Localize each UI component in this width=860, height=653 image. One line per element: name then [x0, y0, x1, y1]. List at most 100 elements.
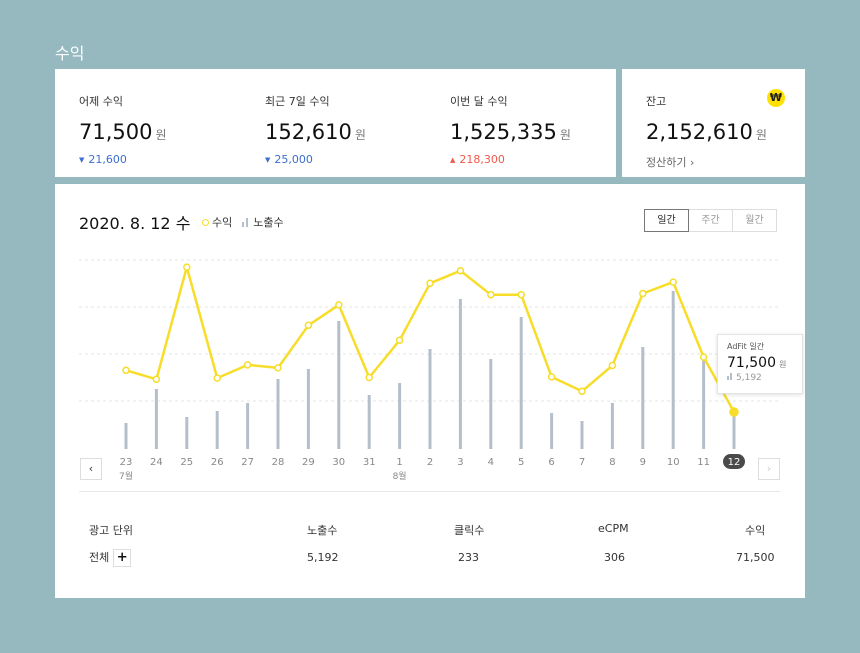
- impressions-bar: [428, 349, 432, 449]
- chevron-left-icon: ‹: [88, 462, 94, 475]
- revenue-point: [365, 373, 373, 382]
- impressions-bar: [732, 413, 736, 449]
- revenue-point: [274, 364, 282, 372]
- impressions-bar: [458, 299, 462, 449]
- row-ecpm: 306: [604, 551, 625, 564]
- tooltip-value: 71,500 원: [727, 355, 802, 371]
- revenue-point-selected: [729, 407, 739, 417]
- row-ad-unit: 전체 +: [89, 549, 132, 567]
- month-label: 8월: [393, 470, 407, 482]
- stat-label: 최근 7일 수익: [265, 95, 330, 108]
- x-tick-label: 8: [609, 457, 615, 468]
- stat-this-month: 이번 달 수익 1,525,335 원 ▲ 218,300: [450, 93, 571, 166]
- add-button[interactable]: +: [113, 549, 132, 567]
- col-header-ad-unit: 광고 단위: [89, 524, 133, 537]
- impressions-bar: [246, 403, 250, 449]
- revenue-point: [243, 361, 252, 369]
- revenue-point: [152, 375, 161, 384]
- bar-chart-icon: [727, 373, 733, 380]
- impressions-bar: [367, 395, 371, 449]
- tooltip-number: 71,500: [727, 355, 776, 371]
- revenue-point: [699, 353, 708, 361]
- impressions-bar: [610, 403, 614, 449]
- x-tick-label: 1: [396, 457, 402, 468]
- impressions-bar: [185, 417, 189, 449]
- impressions-bar: [489, 359, 493, 449]
- x-tick-label: 11: [697, 457, 710, 468]
- balance-stat: 잔고 2,152,610 원 정산하기 ›: [646, 93, 767, 170]
- stat-delta-value: 25,000: [274, 153, 313, 166]
- settle-link[interactable]: 정산하기 ›: [646, 154, 694, 170]
- row-ad-unit-name: 전체: [89, 551, 110, 564]
- impressions-bar: [215, 411, 219, 449]
- balance-unit: 원: [755, 128, 767, 142]
- chart-prev-button[interactable]: ‹: [80, 458, 102, 480]
- chart-card: 2020. 8. 12 수 수익 노출수 일간 주간 월간 23 24 25 26 27…: [55, 184, 805, 598]
- stat-label: 어제 수익: [79, 95, 123, 108]
- revenue-point: [547, 373, 556, 381]
- stat-number: 1,525,335: [450, 120, 557, 144]
- impressions-bar: [337, 321, 341, 449]
- row-revenue: 71,500: [736, 551, 775, 564]
- stat-label: 이번 달 수익: [450, 95, 508, 108]
- x-tick-label: 5: [518, 457, 524, 468]
- x-tick-label: 7: [579, 457, 585, 468]
- chart-next-button[interactable]: ›: [758, 458, 780, 480]
- impressions-bar: [671, 291, 675, 449]
- x-tick-label: 27: [241, 457, 254, 468]
- divider: [79, 491, 780, 492]
- row-impressions: 5,192: [307, 551, 339, 564]
- x-tick-label: 23: [120, 457, 133, 468]
- balance-label: 잔고: [646, 95, 667, 108]
- revenue-point: [517, 290, 525, 299]
- x-tick-label: 12: [728, 457, 741, 468]
- stat-delta: ▼ 21,600: [79, 153, 167, 166]
- chevron-right-icon: ›: [766, 462, 772, 475]
- stat-value: 152,610 원: [265, 120, 366, 144]
- col-header-revenue: 수익: [745, 524, 766, 537]
- x-tick-label: 24: [150, 457, 163, 468]
- row-clicks: 233: [458, 551, 479, 564]
- won-coin-icon: ₩: [767, 89, 785, 107]
- impressions-bar: [398, 383, 402, 449]
- balance-value: 2,152,610 원: [646, 120, 767, 144]
- x-tick-label: 31: [363, 457, 376, 468]
- stats-card: 어제 수익 71,500 원 ▼ 21,600 최근 7일 수익 152,610 원 …: [55, 69, 616, 177]
- chart-tooltip: AdFit 일간 71,500 원 5,192: [717, 334, 803, 394]
- revenue-point: [639, 289, 647, 298]
- revenue-point: [304, 321, 313, 330]
- col-header-ecpm: eCPM: [598, 522, 629, 535]
- revenue-point: [608, 361, 617, 370]
- x-tick-label: 6: [548, 457, 554, 468]
- tab-daily[interactable]: 일간: [644, 209, 689, 232]
- revenue-point: [183, 263, 191, 271]
- revenue-point: [456, 266, 465, 275]
- col-header-impressions: 노출수: [307, 524, 338, 537]
- month-label: 7월: [119, 470, 133, 482]
- impressions-bar: [641, 347, 645, 449]
- tooltip-title: AdFit 일간: [727, 342, 765, 351]
- revenue-point: [669, 278, 677, 286]
- impressions-bar: [306, 369, 310, 449]
- impressions-bar: [276, 379, 280, 449]
- x-tick-label: 28: [272, 457, 285, 468]
- tooltip-unit: 원: [779, 360, 787, 369]
- x-tick-label: 30: [332, 457, 345, 468]
- impressions-bar: [154, 389, 158, 449]
- stat-number: 152,610: [265, 120, 352, 144]
- stat-delta: ▼ 25,000: [265, 153, 366, 166]
- page-title: 수익: [55, 44, 85, 63]
- tooltip-impressions: 5,192: [727, 373, 802, 383]
- revenue-point: [426, 279, 434, 288]
- revenue-point: [395, 336, 404, 345]
- up-triangle-icon: ▲: [450, 156, 456, 164]
- x-tick-label: 2: [427, 457, 433, 468]
- impressions-bar: [519, 317, 523, 449]
- settle-link-label: 정산하기: [646, 156, 687, 169]
- x-tick-label: 26: [211, 457, 224, 468]
- x-tick-label: 3: [457, 457, 463, 468]
- impressions-bar: [580, 421, 584, 449]
- revenue-point: [578, 387, 586, 396]
- revenue-point: [213, 374, 221, 382]
- x-tick-label: 29: [302, 457, 315, 468]
